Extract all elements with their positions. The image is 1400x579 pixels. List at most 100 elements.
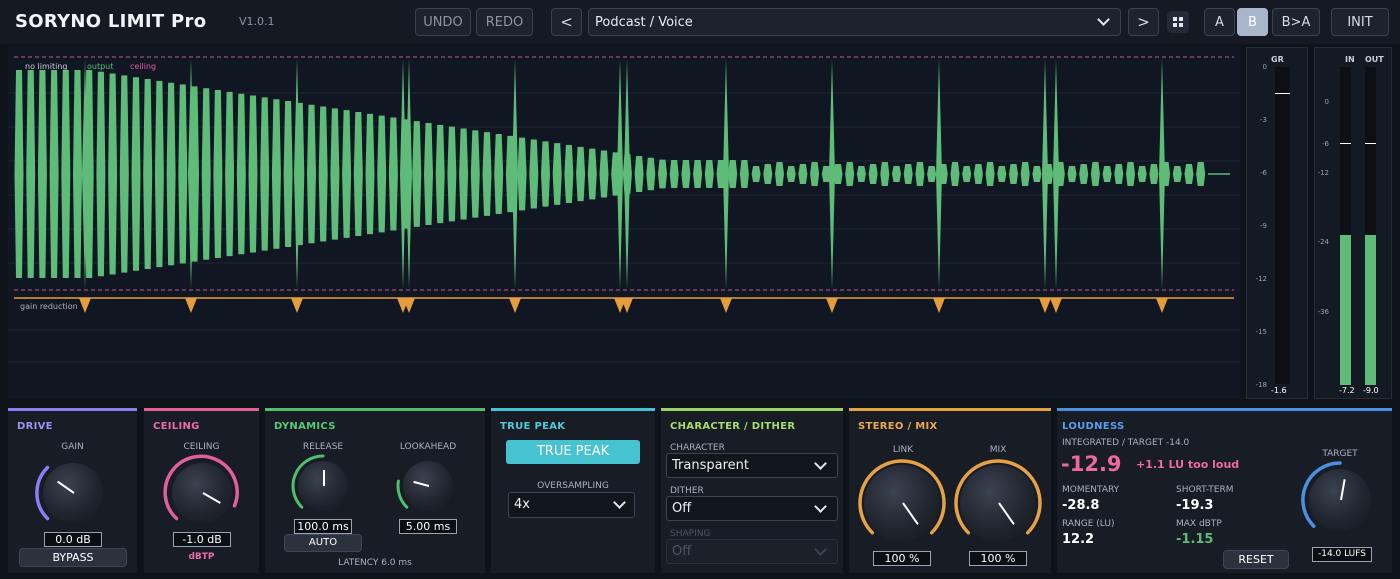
out-meter-title: OUT xyxy=(1365,55,1384,64)
gain-reduction-dip xyxy=(826,298,838,313)
waveform-burst xyxy=(892,166,901,182)
drive-title: DRIVE xyxy=(17,421,53,432)
waveform-burst xyxy=(435,124,445,224)
slot-a-button[interactable]: A xyxy=(1204,8,1235,36)
waveform-burst xyxy=(669,160,679,188)
bypass-button[interactable]: BYPASS xyxy=(19,548,127,567)
preset-grid-button[interactable] xyxy=(1167,11,1189,33)
waveform-burst xyxy=(119,75,129,273)
preset-selector[interactable]: Podcast / Voice xyxy=(588,8,1121,36)
gain-knob[interactable] xyxy=(43,463,103,523)
next-preset-button[interactable]: > xyxy=(1128,8,1159,36)
waveform-burst xyxy=(587,148,597,200)
gr-scale-tick: 0 xyxy=(1262,63,1267,71)
release-value[interactable]: 100.0 ms xyxy=(294,519,352,534)
reset-loudness-button[interactable]: RESET xyxy=(1223,550,1289,569)
waveform-graph xyxy=(8,56,1240,363)
ceiling-knob[interactable] xyxy=(172,463,232,523)
waveform-burst xyxy=(962,166,972,182)
gr-meter: GR 0 -3 -6 -9 -12 -15 -18 -1.6 xyxy=(1246,47,1308,399)
init-button[interactable]: INIT xyxy=(1331,8,1389,36)
short-term-value: -19.3 xyxy=(1176,498,1214,513)
waveform-burst xyxy=(131,77,141,271)
true-peak-toggle[interactable]: TRUE PEAK xyxy=(506,440,640,464)
waveform-burst xyxy=(213,90,223,258)
waveform-burst xyxy=(1067,166,1077,182)
mix-knob[interactable] xyxy=(960,465,1036,541)
grid-icon xyxy=(1173,17,1183,27)
io-scale-tick: -24 xyxy=(1317,238,1329,246)
character-value: Transparent xyxy=(672,458,749,473)
mix-value[interactable]: 100 % xyxy=(969,551,1027,566)
waveform-burst xyxy=(96,71,106,277)
waveform-burst xyxy=(1172,166,1182,182)
waveform-burst xyxy=(646,157,656,191)
ceiling-label: CEILING xyxy=(183,442,220,452)
ceiling-value[interactable]: -1.0 dB xyxy=(173,532,231,547)
gr-scale-tick: -3 xyxy=(1260,116,1267,124)
link-value[interactable]: 100 % xyxy=(873,551,931,566)
lookahead-value[interactable]: 5.00 ms xyxy=(399,519,457,534)
redo-button[interactable]: REDO xyxy=(476,8,533,36)
prev-preset-button[interactable]: < xyxy=(551,8,582,36)
gr-readout: -1.6 xyxy=(1271,386,1287,395)
dynamics-title: DYNAMICS xyxy=(274,421,336,432)
waveform-burst xyxy=(342,110,352,238)
gr-meter-title: GR xyxy=(1271,55,1284,64)
waveform-burst xyxy=(424,123,433,225)
target-knob[interactable] xyxy=(1309,469,1371,531)
waveform-burst xyxy=(1032,166,1042,182)
max-dbtp-label: MAX dBTP xyxy=(1176,519,1222,529)
waveform-burst xyxy=(693,160,703,188)
waveform-burst xyxy=(704,160,714,188)
momentary-label: MOMENTARY xyxy=(1062,485,1120,495)
lookahead-knob[interactable] xyxy=(403,461,453,511)
waveform-burst xyxy=(178,84,188,264)
gain-reduction-dip xyxy=(1156,298,1168,313)
waveform-burst xyxy=(37,70,47,278)
gr-scale-tick: -9 xyxy=(1260,222,1267,230)
gr-meter-track xyxy=(1275,67,1290,384)
auto-release-button[interactable]: AUTO xyxy=(284,534,362,552)
link-knob[interactable] xyxy=(864,465,940,541)
legend-ceiling: ceiling xyxy=(130,62,157,71)
copy-b-to-a-button[interactable]: B>A xyxy=(1272,8,1320,36)
io-meter: IN OUT 0 -6 -12 -24 -36 -7.2 -9.0 xyxy=(1314,47,1392,399)
waveform-burst xyxy=(985,162,995,186)
dither-select[interactable]: Off xyxy=(666,496,838,521)
waveform-burst xyxy=(494,133,504,215)
waveform-burst xyxy=(517,137,527,211)
gain-value[interactable]: 0.0 dB xyxy=(44,532,102,547)
waveform-burst xyxy=(564,144,574,204)
gain-reduction-trace xyxy=(79,298,1168,313)
target-value[interactable]: -14.0 LUFS xyxy=(1312,547,1372,562)
out-readout: -9.0 xyxy=(1363,386,1379,395)
out-meter-peak-marker xyxy=(1365,143,1376,144)
oversampling-select[interactable]: 4x xyxy=(508,492,635,518)
undo-button[interactable]: UNDO xyxy=(415,8,471,36)
waveform-burst xyxy=(225,91,235,257)
range-label: RANGE (LU) xyxy=(1062,519,1115,529)
release-knob[interactable] xyxy=(298,461,348,511)
loudness-panel: LOUDNESS INTEGRATED / TARGET -14.0 -12.9… xyxy=(1057,408,1392,573)
in-readout: -7.2 xyxy=(1339,386,1355,395)
waveform-burst xyxy=(154,80,164,268)
preset-name: Podcast / Voice xyxy=(595,15,693,30)
dynamics-panel: DYNAMICS RELEASE 100.0 ms AUTO LOOKAHEAD… xyxy=(265,408,485,573)
shaping-select[interactable]: Off xyxy=(666,539,838,564)
waveform-burst xyxy=(599,150,609,198)
waveform-burst xyxy=(143,79,153,269)
waveform-burst xyxy=(482,132,492,216)
gain-reduction-dip xyxy=(185,298,197,313)
version-label: V1.0.1 xyxy=(239,15,275,28)
waveform-burst xyxy=(927,166,937,182)
gain-reduction-dip xyxy=(720,298,732,313)
mix-label: MIX xyxy=(989,445,1007,455)
character-select[interactable]: Transparent xyxy=(666,453,838,478)
waveform-burst xyxy=(1102,166,1112,182)
waveform-burst xyxy=(49,70,59,278)
slot-b-button[interactable]: B xyxy=(1237,8,1268,36)
gain-reduction-dip xyxy=(1050,298,1062,313)
gain-reduction-dip xyxy=(1039,298,1051,313)
dbtp-label: dBTP xyxy=(188,552,215,562)
